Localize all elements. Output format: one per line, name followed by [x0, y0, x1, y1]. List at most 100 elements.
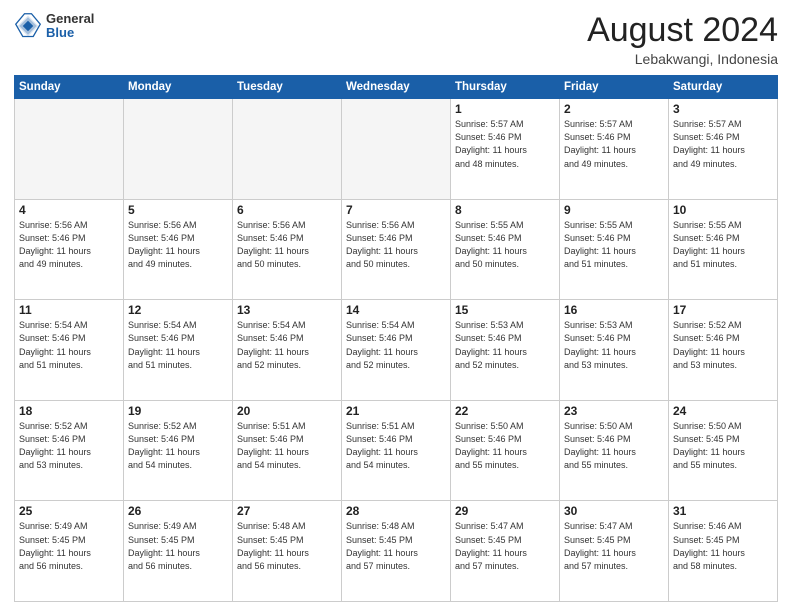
calendar-cell: 19 Sunrise: 5:52 AM Sunset: 5:46 PM Dayli…	[124, 400, 233, 501]
calendar-cell: 23 Sunrise: 5:50 AM Sunset: 5:46 PM Dayli…	[560, 400, 669, 501]
week-row-2: 11 Sunrise: 5:54 AM Sunset: 5:46 PM Dayli…	[15, 300, 778, 401]
calendar-cell: 17Sunrise: 5:52 AM Sunset: 5:46 PM Dayli…	[669, 300, 778, 401]
day-info: Sunrise: 5:55 AM Sunset: 5:46 PM Dayligh…	[673, 219, 773, 271]
day-number: 22	[455, 404, 555, 418]
week-row-1: 4 Sunrise: 5:56 AM Sunset: 5:46 PM Daylig…	[15, 199, 778, 300]
day-number: 27	[237, 504, 337, 518]
header-row: Sunday Monday Tuesday Wednesday Thursday…	[15, 76, 778, 99]
day-number: 1	[455, 102, 555, 116]
day-info: Sunrise: 5:48 AM Sunset: 5:45 PM Dayligh…	[346, 520, 446, 572]
day-number: 19	[128, 404, 228, 418]
day-number: 17	[673, 303, 773, 317]
calendar-cell: 1 Sunrise: 5:57 AM Sunset: 5:46 PM Daylig…	[451, 99, 560, 200]
day-info: Sunrise: 5:53 AM Sunset: 5:46 PM Dayligh…	[564, 319, 664, 371]
calendar-cell: 9 Sunrise: 5:55 AM Sunset: 5:46 PM Daylig…	[560, 199, 669, 300]
day-number: 10	[673, 203, 773, 217]
day-info: Sunrise: 5:47 AM Sunset: 5:45 PM Dayligh…	[564, 520, 664, 572]
calendar-cell	[233, 99, 342, 200]
calendar-cell: 26 Sunrise: 5:49 AM Sunset: 5:45 PM Dayli…	[124, 501, 233, 602]
day-number: 4	[19, 203, 119, 217]
day-number: 13	[237, 303, 337, 317]
calendar-cell: 6Sunrise: 5:56 AM Sunset: 5:46 PM Daylig…	[233, 199, 342, 300]
day-number: 12	[128, 303, 228, 317]
calendar-cell: 18 Sunrise: 5:52 AM Sunset: 5:46 PM Dayli…	[15, 400, 124, 501]
day-info: Sunrise: 5:54 AM Sunset: 5:46 PM Dayligh…	[128, 319, 228, 371]
logo: General Blue	[14, 12, 94, 41]
logo-icon	[14, 12, 42, 40]
calendar-cell: 27Sunrise: 5:48 AM Sunset: 5:45 PM Dayli…	[233, 501, 342, 602]
day-number: 11	[19, 303, 119, 317]
day-number: 16	[564, 303, 664, 317]
calendar-cell: 15Sunrise: 5:53 AM Sunset: 5:46 PM Dayli…	[451, 300, 560, 401]
day-number: 8	[455, 203, 555, 217]
calendar-table: Sunday Monday Tuesday Wednesday Thursday…	[14, 75, 778, 602]
day-info: Sunrise: 5:57 AM Sunset: 5:46 PM Dayligh…	[673, 118, 773, 170]
calendar-cell: 12 Sunrise: 5:54 AM Sunset: 5:46 PM Dayli…	[124, 300, 233, 401]
title-block: August 2024 Lebakwangi, Indonesia	[587, 12, 778, 67]
calendar-cell: 28 Sunrise: 5:48 AM Sunset: 5:45 PM Dayli…	[342, 501, 451, 602]
day-info: Sunrise: 5:54 AM Sunset: 5:46 PM Dayligh…	[19, 319, 119, 371]
week-row-4: 25Sunrise: 5:49 AM Sunset: 5:45 PM Dayli…	[15, 501, 778, 602]
day-info: Sunrise: 5:50 AM Sunset: 5:45 PM Dayligh…	[673, 420, 773, 472]
day-info: Sunrise: 5:49 AM Sunset: 5:45 PM Dayligh…	[128, 520, 228, 572]
calendar-cell	[15, 99, 124, 200]
location: Lebakwangi, Indonesia	[587, 51, 778, 67]
day-info: Sunrise: 5:47 AM Sunset: 5:45 PM Dayligh…	[455, 520, 555, 572]
day-info: Sunrise: 5:49 AM Sunset: 5:45 PM Dayligh…	[19, 520, 119, 572]
calendar-cell: 4Sunrise: 5:56 AM Sunset: 5:46 PM Daylig…	[15, 199, 124, 300]
day-number: 2	[564, 102, 664, 116]
day-number: 18	[19, 404, 119, 418]
day-info: Sunrise: 5:55 AM Sunset: 5:46 PM Dayligh…	[455, 219, 555, 271]
day-number: 20	[237, 404, 337, 418]
col-tuesday: Tuesday	[233, 76, 342, 99]
col-sunday: Sunday	[15, 76, 124, 99]
day-info: Sunrise: 5:54 AM Sunset: 5:46 PM Dayligh…	[346, 319, 446, 371]
day-info: Sunrise: 5:55 AM Sunset: 5:46 PM Dayligh…	[564, 219, 664, 271]
calendar-cell: 10 Sunrise: 5:55 AM Sunset: 5:46 PM Dayli…	[669, 199, 778, 300]
day-number: 29	[455, 504, 555, 518]
day-number: 3	[673, 102, 773, 116]
col-monday: Monday	[124, 76, 233, 99]
day-number: 6	[237, 203, 337, 217]
col-wednesday: Wednesday	[342, 76, 451, 99]
day-info: Sunrise: 5:57 AM Sunset: 5:46 PM Dayligh…	[455, 118, 555, 170]
day-number: 5	[128, 203, 228, 217]
day-info: Sunrise: 5:46 AM Sunset: 5:45 PM Dayligh…	[673, 520, 773, 572]
logo-general: General	[46, 12, 94, 26]
header: General Blue August 2024 Lebakwangi, Ind…	[14, 12, 778, 67]
calendar-cell: 7 Sunrise: 5:56 AM Sunset: 5:46 PM Daylig…	[342, 199, 451, 300]
week-row-0: 1 Sunrise: 5:57 AM Sunset: 5:46 PM Daylig…	[15, 99, 778, 200]
day-info: Sunrise: 5:57 AM Sunset: 5:46 PM Dayligh…	[564, 118, 664, 170]
col-saturday: Saturday	[669, 76, 778, 99]
day-number: 24	[673, 404, 773, 418]
calendar-cell: 8 Sunrise: 5:55 AM Sunset: 5:46 PM Daylig…	[451, 199, 560, 300]
day-info: Sunrise: 5:56 AM Sunset: 5:46 PM Dayligh…	[128, 219, 228, 271]
day-info: Sunrise: 5:50 AM Sunset: 5:46 PM Dayligh…	[564, 420, 664, 472]
day-info: Sunrise: 5:50 AM Sunset: 5:46 PM Dayligh…	[455, 420, 555, 472]
day-info: Sunrise: 5:56 AM Sunset: 5:46 PM Dayligh…	[346, 219, 446, 271]
logo-blue: Blue	[46, 26, 94, 40]
day-info: Sunrise: 5:52 AM Sunset: 5:46 PM Dayligh…	[19, 420, 119, 472]
month-title: August 2024	[587, 12, 778, 49]
day-number: 9	[564, 203, 664, 217]
calendar-cell: 24 Sunrise: 5:50 AM Sunset: 5:45 PM Dayli…	[669, 400, 778, 501]
day-info: Sunrise: 5:54 AM Sunset: 5:46 PM Dayligh…	[237, 319, 337, 371]
calendar-cell: 20Sunrise: 5:51 AM Sunset: 5:46 PM Dayli…	[233, 400, 342, 501]
day-info: Sunrise: 5:52 AM Sunset: 5:46 PM Dayligh…	[128, 420, 228, 472]
calendar-cell: 5 Sunrise: 5:56 AM Sunset: 5:46 PM Daylig…	[124, 199, 233, 300]
calendar-cell: 3 Sunrise: 5:57 AM Sunset: 5:46 PM Daylig…	[669, 99, 778, 200]
calendar-cell: 13 Sunrise: 5:54 AM Sunset: 5:46 PM Dayli…	[233, 300, 342, 401]
day-number: 7	[346, 203, 446, 217]
calendar-cell: 14Sunrise: 5:54 AM Sunset: 5:46 PM Dayli…	[342, 300, 451, 401]
calendar-cell	[124, 99, 233, 200]
day-number: 23	[564, 404, 664, 418]
day-info: Sunrise: 5:53 AM Sunset: 5:46 PM Dayligh…	[455, 319, 555, 371]
calendar-cell: 29 Sunrise: 5:47 AM Sunset: 5:45 PM Dayli…	[451, 501, 560, 602]
day-number: 26	[128, 504, 228, 518]
day-number: 31	[673, 504, 773, 518]
calendar-cell: 30 Sunrise: 5:47 AM Sunset: 5:45 PM Dayli…	[560, 501, 669, 602]
day-number: 28	[346, 504, 446, 518]
day-number: 30	[564, 504, 664, 518]
week-row-3: 18 Sunrise: 5:52 AM Sunset: 5:46 PM Dayli…	[15, 400, 778, 501]
logo-text: General Blue	[46, 12, 94, 41]
